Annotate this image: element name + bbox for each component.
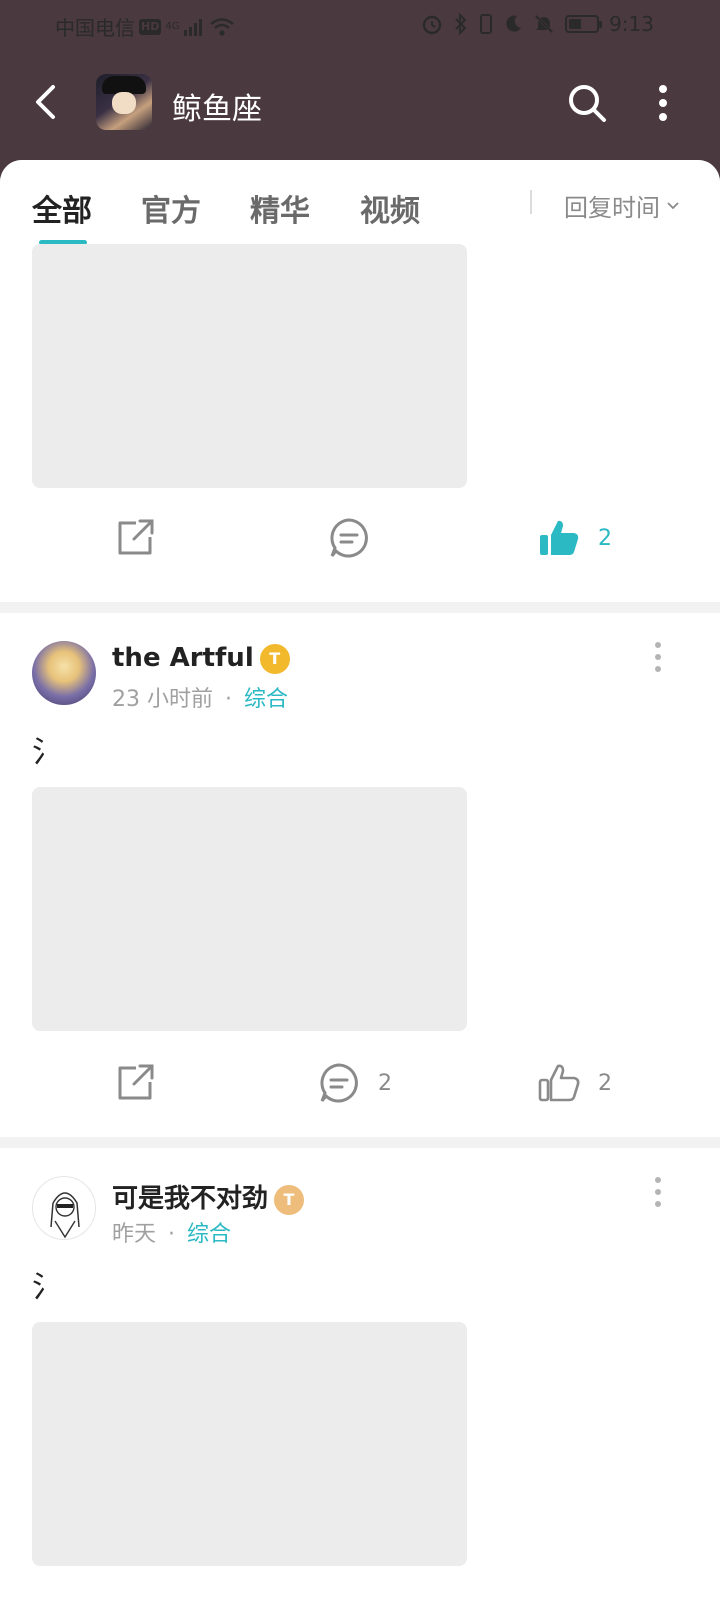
- post-time: 昨天: [112, 1222, 157, 1247]
- tab-official[interactable]: 官方: [141, 186, 201, 230]
- bluetooth-icon: [455, 13, 467, 35]
- share-button[interactable]: [114, 508, 156, 568]
- comment-icon: [320, 1063, 358, 1103]
- moon-icon: [506, 15, 522, 32]
- more-vertical-icon: [655, 642, 661, 672]
- post-meta: 23 小时前 · 综合: [112, 681, 288, 713]
- share-icon: [118, 1064, 154, 1100]
- comment-button[interactable]: [328, 508, 370, 568]
- post-author: the Artful T 23 小时前 · 综合: [32, 641, 672, 712]
- more-button[interactable]: [648, 82, 678, 124]
- sort-dropdown[interactable]: 回复时间: [564, 188, 680, 223]
- comment-icon: [330, 518, 368, 558]
- tab-bar: 全部 官方 精华 视频 回复时间: [0, 160, 720, 248]
- battery-icon: [565, 15, 603, 33]
- post-time: 23 小时前: [112, 687, 213, 712]
- share-button[interactable]: [114, 1053, 156, 1113]
- author-name[interactable]: the Artful T: [112, 643, 290, 674]
- post-category[interactable]: 综合: [187, 1222, 231, 1247]
- network-label: 4G: [165, 21, 180, 32]
- post-card[interactable]: 可是我不对劲 T 昨天 · 综合 氵: [0, 1148, 720, 1600]
- post-category[interactable]: 综合: [244, 687, 288, 712]
- post-image[interactable]: [32, 244, 467, 488]
- search-button[interactable]: [566, 82, 608, 124]
- avatar-sketch: [50, 1192, 80, 1239]
- like-count: 2: [598, 1070, 612, 1096]
- more-vertical-icon: [659, 85, 667, 121]
- alarm-icon: [422, 15, 442, 35]
- chevron-down-icon: [667, 201, 679, 209]
- vibrate-icon: [480, 14, 493, 34]
- content-sheet: 全部 官方 精华 视频 回复时间 2 the Artful T 23 小时前 ·…: [0, 160, 720, 1600]
- thumbs-up-icon: [538, 1064, 580, 1102]
- post-text[interactable]: 氵: [32, 727, 62, 771]
- like-button[interactable]: 2: [538, 1053, 612, 1113]
- thumbs-up-filled-icon: [540, 520, 579, 555]
- hd-badge: HD: [139, 18, 162, 35]
- chevron-left-icon: [36, 85, 55, 119]
- comment-button[interactable]: 2: [318, 1053, 392, 1113]
- forum-avatar[interactable]: [96, 74, 152, 130]
- post-image[interactable]: [32, 1322, 467, 1566]
- avatar[interactable]: [32, 641, 96, 705]
- tab-featured[interactable]: 精华: [250, 186, 310, 230]
- tab-all[interactable]: 全部: [32, 186, 92, 230]
- signal-icon: [184, 18, 203, 36]
- carrier-label: 中国电信: [55, 16, 135, 40]
- meta-separator: ·: [225, 687, 232, 712]
- mute-bell-icon: [534, 13, 555, 35]
- wifi-icon: [210, 17, 235, 36]
- author-name[interactable]: 可是我不对劲 T: [112, 1178, 305, 1215]
- like-button[interactable]: 2: [538, 508, 612, 568]
- search-icon: [569, 85, 606, 122]
- post-actions: 2: [0, 508, 720, 568]
- like-count: 2: [598, 525, 612, 551]
- post-author: 可是我不对劲 T 昨天 · 综合: [32, 1176, 672, 1247]
- post-card[interactable]: 2: [0, 244, 720, 602]
- avatar[interactable]: [32, 1176, 96, 1240]
- post-meta: 昨天 · 综合: [112, 1216, 231, 1248]
- level-badge: T: [274, 1184, 305, 1215]
- page-title: 鲸鱼座: [172, 92, 262, 127]
- post-image[interactable]: [32, 787, 467, 1031]
- clock: 9:13: [609, 12, 654, 36]
- level-badge: T: [259, 643, 290, 674]
- share-icon: [118, 519, 154, 555]
- comment-count: 2: [378, 1070, 392, 1096]
- meta-separator: ·: [168, 1222, 176, 1247]
- back-button[interactable]: [28, 82, 62, 122]
- author-name-text: the Artful: [112, 643, 254, 673]
- post-more-button[interactable]: [648, 637, 668, 677]
- post-more-button[interactable]: [648, 1172, 668, 1212]
- sort-label: 回复时间: [564, 194, 660, 222]
- post-card[interactable]: the Artful T 23 小时前 · 综合 氵 2 2: [0, 613, 720, 1137]
- post-text[interactable]: 氵: [32, 1262, 62, 1306]
- tab-video[interactable]: 视频: [360, 186, 420, 230]
- more-vertical-icon: [655, 1177, 661, 1207]
- author-name-text: 可是我不对劲: [112, 1184, 269, 1214]
- tab-divider: [530, 190, 532, 214]
- post-actions: 2 2: [0, 1053, 720, 1113]
- status-bar: 中国电信 HD 4G 9:13: [0, 0, 720, 50]
